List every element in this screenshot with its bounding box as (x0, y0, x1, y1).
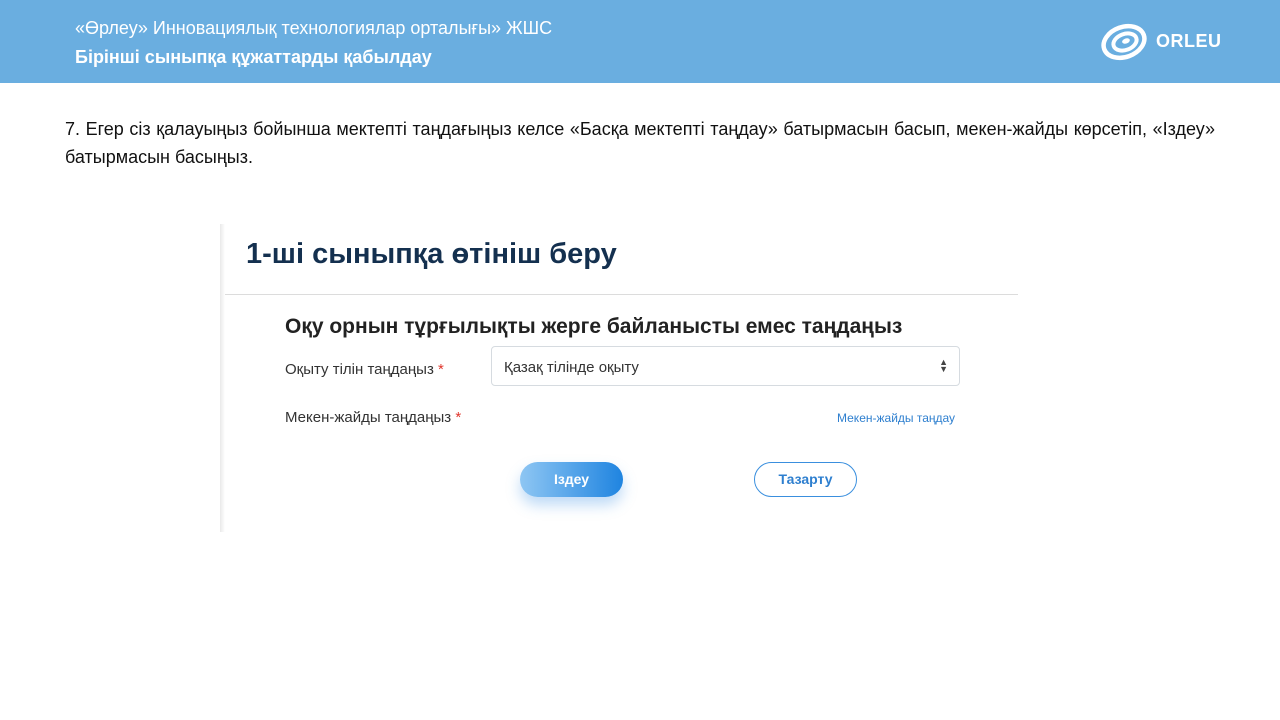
language-label: Оқыту тілін таңдаңыз * (285, 361, 444, 378)
section-title: Оқу орнын тұрғылықты жерге байланысты ем… (285, 315, 903, 338)
form-title: 1-ші сыныпқа өтініш беру (246, 238, 617, 270)
organization-name: «Өрлеу» Инновациялық технологиялар ортал… (75, 18, 553, 38)
title-divider (225, 294, 1018, 295)
required-marker: * (438, 361, 444, 378)
clear-button[interactable]: Тазарту (754, 462, 857, 497)
instruction-text: 7. Егер сіз қалауыңыз бойынша мектепті т… (65, 119, 1215, 167)
language-select[interactable]: Қазақ тілінде оқыту ▲ ▼ (491, 346, 960, 386)
address-label-text: Мекен-жайды таңдаңыз (285, 409, 452, 426)
form-screenshot: 1-ші сыныпқа өтініш беру Оқу орнын тұрғы… (220, 224, 1020, 532)
required-marker: * (455, 409, 462, 426)
slide-header: «Өрлеу» Инновациялық технологиялар ортал… (0, 0, 1280, 83)
language-select-value: Қазақ тілінде оқыту (504, 359, 639, 376)
orleu-logo: ORLEU (1100, 21, 1222, 61)
panel-edge-shadow (220, 224, 225, 532)
slide-subtitle: Бірінші сыныпқа құжаттарды қабылдау (75, 47, 432, 67)
select-arrows-icon: ▲ ▼ (939, 357, 948, 374)
orleu-logo-icon (1101, 23, 1147, 61)
select-address-link[interactable]: Мекен-жайды таңдау (837, 411, 955, 425)
logo-text: ORLEU (1156, 30, 1222, 51)
search-button[interactable]: Іздеу (520, 462, 623, 497)
language-label-text: Оқыту тілін таңдаңыз (285, 361, 434, 378)
address-label: Мекен-жайды таңдаңыз * (285, 409, 461, 426)
